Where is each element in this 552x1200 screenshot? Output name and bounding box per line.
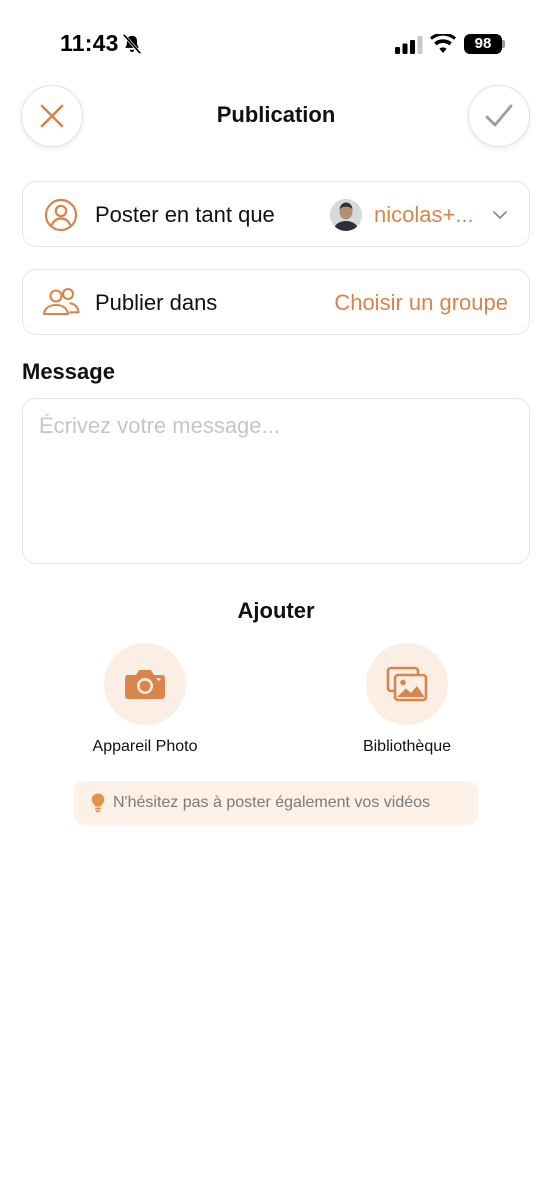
- publish-in-row[interactable]: Publier dans Choisir un groupe: [22, 269, 530, 335]
- camera-label: Appareil Photo: [92, 738, 198, 755]
- confirm-button[interactable]: [468, 85, 530, 147]
- publish-in-label: Publier dans: [95, 290, 218, 315]
- add-camera-button[interactable]: Appareil Photo: [65, 643, 225, 756]
- camera-icon: [125, 670, 165, 699]
- user-circle-icon: [44, 198, 78, 232]
- battery-tip: [502, 40, 505, 48]
- signal-icon: [395, 36, 423, 54]
- battery-icon: 98: [464, 34, 502, 54]
- tip-banner: N'hésitez pas à poster également vos vid…: [74, 781, 478, 825]
- users-group-icon: [42, 287, 80, 316]
- avatar: [330, 199, 362, 231]
- library-label: Bibliothèque: [362, 738, 452, 755]
- bell-muted-icon: [123, 34, 141, 54]
- library-circle[interactable]: [366, 643, 448, 725]
- checkmark-icon: [485, 104, 513, 127]
- message-input[interactable]: [22, 398, 530, 564]
- status-time: 11:43: [60, 30, 119, 56]
- poster-as-label: Poster en tant que: [95, 202, 275, 227]
- status-bar: 11:43 98: [0, 0, 552, 88]
- add-library-button[interactable]: Bibliothèque: [327, 643, 487, 756]
- camera-circle[interactable]: [104, 643, 186, 725]
- chevron-down-icon[interactable]: [492, 207, 508, 223]
- poster-as-row[interactable]: Poster en tant que nicolas+...: [22, 181, 530, 247]
- message-label: Message: [22, 359, 115, 384]
- lightbulb-icon: [91, 793, 105, 813]
- tip-text: N'hésitez pas à poster également vos vid…: [113, 794, 431, 811]
- wifi-icon: [430, 34, 456, 53]
- add-section-title: Ajouter: [237, 598, 315, 623]
- choose-group-link[interactable]: Choisir un groupe: [334, 290, 508, 316]
- screen: 11:43 98 Publication Poster en tant que …: [0, 0, 552, 1200]
- image-gallery-icon: [386, 666, 428, 702]
- account-name: nicolas+...: [374, 202, 474, 227]
